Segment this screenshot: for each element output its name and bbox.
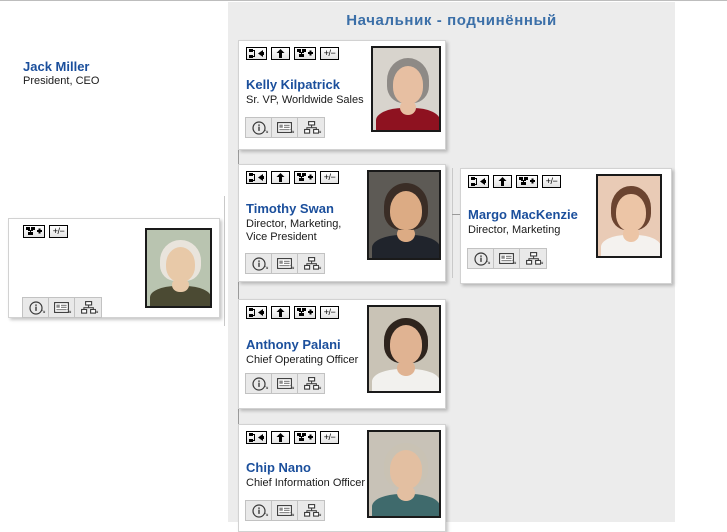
dropdown-arrow-icon[interactable]: ↘ [289, 128, 295, 135]
dropdown-arrow-icon[interactable]: ↘ [316, 384, 322, 391]
dropdown-arrow-icon[interactable]: ↘ [263, 128, 269, 135]
info-button[interactable]: ↘ [246, 118, 272, 137]
plus-minus-toggle-button[interactable]: +/− [320, 171, 339, 184]
org-chart-button[interactable]: ↘ [298, 118, 324, 137]
page-title: Начальник - подчинённый [346, 12, 557, 29]
employee-photo [596, 174, 662, 258]
employee-photo [371, 46, 441, 132]
plus-minus-toggle-button[interactable]: +/− [320, 306, 339, 319]
employee-title: Chief Information Officer [246, 477, 366, 489]
prev-subordinate-button[interactable] [246, 171, 267, 184]
expand-org-button[interactable] [294, 171, 316, 184]
tree-separator-left [224, 196, 225, 326]
card-top-toolbar: +/− [23, 225, 68, 238]
employee-photo [367, 305, 441, 393]
contact-card-button[interactable]: ↘ [272, 501, 298, 520]
card-bottom-toolbar: ↘ ↘ ↘ [245, 500, 325, 521]
prev-subordinate-button[interactable] [468, 175, 489, 188]
dropdown-arrow-icon[interactable]: ↘ [93, 308, 99, 315]
go-up-button[interactable] [271, 431, 290, 444]
top-border-rule [0, 0, 727, 1]
org-chart-button[interactable]: ↘ [298, 501, 324, 520]
dropdown-arrow-icon[interactable]: ↘ [316, 264, 322, 271]
plus-minus-toggle-button[interactable]: +/− [320, 47, 339, 60]
employee-title: Director, Marketing [468, 224, 561, 236]
plus-minus-label: +/− [52, 226, 65, 236]
dropdown-arrow-icon[interactable]: ↘ [289, 264, 295, 271]
card-top-toolbar: +/− [246, 306, 339, 319]
employee-photo [145, 228, 212, 308]
card-bottom-toolbar: ↘ ↘ ↘ [245, 373, 325, 394]
dropdown-arrow-icon[interactable]: ↘ [40, 308, 46, 315]
employee-photo [367, 170, 441, 260]
go-up-button[interactable] [271, 47, 290, 60]
contact-card-button[interactable]: ↘ [494, 249, 520, 268]
dropdown-arrow-icon[interactable]: ↘ [263, 511, 269, 518]
dropdown-arrow-icon[interactable]: ↘ [289, 511, 295, 518]
employee-title: Chief Operating Officer [246, 354, 359, 366]
card-top-toolbar: +/− [246, 47, 339, 60]
dropdown-arrow-icon[interactable]: ↘ [289, 384, 295, 391]
info-button[interactable]: ↘ [23, 298, 49, 317]
contact-card-button[interactable]: ↘ [272, 254, 298, 273]
card-bottom-toolbar: ↘ ↘ ↘ [22, 297, 102, 318]
plus-minus-label: +/− [323, 172, 336, 182]
prev-subordinate-button[interactable] [246, 431, 267, 444]
employee-title: Sr. VP, Worldwide Sales [246, 94, 364, 106]
expand-org-button[interactable] [23, 225, 45, 238]
expand-org-button[interactable] [294, 431, 316, 444]
expand-org-button[interactable] [516, 175, 538, 188]
org-chart-button[interactable]: ↘ [298, 374, 324, 393]
dropdown-arrow-icon[interactable]: ↘ [316, 511, 322, 518]
plus-minus-toggle-button[interactable]: +/− [542, 175, 561, 188]
info-button[interactable]: ↘ [468, 249, 494, 268]
prev-subordinate-button[interactable] [246, 47, 267, 60]
dropdown-arrow-icon[interactable]: ↘ [511, 259, 517, 266]
employee-name: Margo MacKenzie [468, 207, 578, 222]
prev-subordinate-button[interactable] [246, 306, 267, 319]
expand-org-button[interactable] [294, 47, 316, 60]
plus-minus-toggle-button[interactable]: +/− [49, 225, 68, 238]
card-bottom-toolbar: ↘ ↘ ↘ [245, 117, 325, 138]
expand-org-button[interactable] [294, 306, 316, 319]
tree-separator-right [452, 168, 453, 278]
employee-name: Anthony Palani [246, 337, 341, 352]
info-button[interactable]: ↘ [246, 374, 272, 393]
org-chart-button[interactable]: ↘ [298, 254, 324, 273]
contact-card-button[interactable]: ↘ [272, 374, 298, 393]
contact-card-button[interactable]: ↘ [49, 298, 75, 317]
go-up-button[interactable] [493, 175, 512, 188]
employee-photo [367, 430, 441, 518]
org-chart-button[interactable]: ↘ [520, 249, 546, 268]
plus-minus-label: +/− [323, 48, 336, 58]
plus-minus-label: +/− [323, 307, 336, 317]
employee-name: Chip Nano [246, 460, 311, 475]
employee-name: Kelly Kilpatrick [246, 77, 340, 92]
card-bottom-toolbar: ↘ ↘ ↘ [467, 248, 547, 269]
dropdown-arrow-icon[interactable]: ↘ [485, 259, 491, 266]
go-up-button[interactable] [271, 171, 290, 184]
card-top-toolbar: +/− [246, 171, 339, 184]
info-button[interactable]: ↘ [246, 501, 272, 520]
employee-title: President, CEO [23, 75, 100, 87]
dropdown-arrow-icon[interactable]: ↘ [263, 264, 269, 271]
plus-minus-label: +/− [545, 176, 558, 186]
go-up-button[interactable] [271, 306, 290, 319]
employee-title: Director, Marketing, Vice President [246, 218, 342, 243]
org-chart-button[interactable]: ↘ [75, 298, 101, 317]
card-bottom-toolbar: ↘ ↘ ↘ [245, 253, 325, 274]
employee-name: Timothy Swan [246, 201, 334, 216]
dropdown-arrow-icon[interactable]: ↘ [538, 259, 544, 266]
card-top-toolbar: +/− [246, 431, 339, 444]
plus-minus-toggle-button[interactable]: +/− [320, 431, 339, 444]
contact-card-button[interactable]: ↘ [272, 118, 298, 137]
plus-minus-label: +/− [323, 432, 336, 442]
dropdown-arrow-icon[interactable]: ↘ [316, 128, 322, 135]
dropdown-arrow-icon[interactable]: ↘ [263, 384, 269, 391]
employee-name: Jack Miller [23, 59, 90, 74]
card-top-toolbar: +/− [468, 175, 561, 188]
info-button[interactable]: ↘ [246, 254, 272, 273]
dropdown-arrow-icon[interactable]: ↘ [66, 308, 72, 315]
